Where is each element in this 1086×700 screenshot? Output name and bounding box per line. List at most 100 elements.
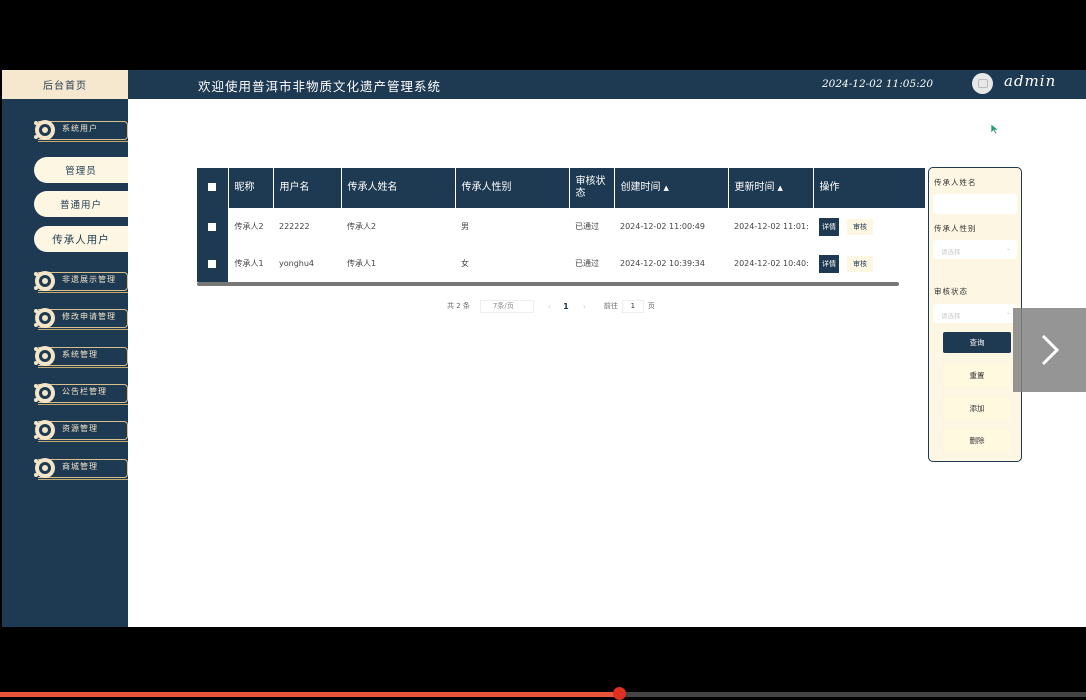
status-label: 审核状态: [934, 287, 968, 296]
col-header: 昵称: [228, 168, 274, 208]
col-header-sortable[interactable]: 创建时间 ▲︎: [614, 168, 729, 208]
ornament-icon: [34, 383, 55, 403]
cell-actions: 详情 审核: [813, 208, 925, 245]
datetime-display: 2024-12-02 11:05:20: [822, 78, 934, 90]
select-all-checkbox[interactable]: [197, 168, 229, 208]
menu-shop[interactable]: 商城管理: [30, 453, 128, 483]
chevron-down-icon: ⌄: [1005, 245, 1011, 252]
name-input[interactable]: [933, 194, 1017, 214]
cell-status: 已通过: [575, 259, 599, 268]
sort-icon[interactable]: ▲︎: [778, 184, 783, 192]
video-progress-bar[interactable]: [0, 687, 1086, 700]
name-label: 传承人姓名: [934, 178, 977, 187]
row-checkbox[interactable]: [197, 245, 229, 282]
menu-label: 资源管理: [62, 424, 98, 433]
sort-icon[interactable]: ▲︎: [664, 184, 669, 192]
row-checkbox[interactable]: [197, 208, 229, 245]
menu-bulletin[interactable]: 公告栏管理: [30, 378, 128, 408]
menu-heritage-display[interactable]: 非遗展示管理: [30, 266, 128, 296]
system-title: 欢迎使用普洱市非物质文化遗产管理系统: [198, 79, 442, 94]
page-size-select[interactable]: 7条/页: [479, 299, 534, 313]
add-button[interactable]: 添加: [943, 398, 1011, 419]
col-header: 传承人性别: [455, 168, 570, 208]
avatar-icon[interactable]: [972, 73, 993, 94]
gender-label: 传承人性别: [934, 224, 977, 233]
detail-button[interactable]: 详情: [819, 217, 839, 236]
cell-updated: 2024-12-02 10:40:: [734, 259, 809, 268]
menu-resources[interactable]: 资源管理: [30, 415, 128, 445]
pagination-total: 共 2 条: [447, 302, 470, 310]
status-select[interactable]: 请选择 ⌄: [933, 304, 1017, 323]
table-horizontal-scrollbar[interactable]: [197, 282, 899, 286]
cell-created: 2024-12-02 11:00:49: [620, 222, 705, 231]
page-size-value: 7条/页: [492, 302, 514, 310]
menu-label: 系统用户: [62, 124, 98, 133]
username[interactable]: admin: [1004, 72, 1056, 90]
chevron-right-icon: [1041, 334, 1059, 366]
next-slide-button[interactable]: [1013, 308, 1086, 392]
submenu-inheritor-users[interactable]: 传承人用户: [34, 226, 128, 252]
ornament-icon: [34, 308, 55, 328]
cursor-icon: [990, 123, 1000, 135]
delete-button[interactable]: 删除: [943, 430, 1011, 451]
table-row: 传承人1 yonghu4 传承人1 女 已通过 2024-12-02 10:39…: [197, 245, 925, 282]
menu-label: 非遗展示管理: [62, 275, 116, 284]
video-progress-played: [0, 692, 620, 697]
ornament-icon: [34, 420, 55, 440]
menu-system-manage[interactable]: 系统管理: [30, 341, 128, 371]
submenu-normal-users[interactable]: 普通用户: [34, 191, 128, 217]
col-header: 操作: [813, 168, 926, 208]
cell-created: 2024-12-02 10:39:34: [620, 259, 705, 268]
cell-updated: 2024-12-02 11:01:: [734, 222, 809, 231]
home-tab[interactable]: 后台首页: [2, 70, 128, 99]
ornament-icon: [34, 458, 55, 478]
cell-nickname: 传承人1: [234, 259, 264, 268]
menu-system-users[interactable]: 系统用户: [30, 115, 128, 145]
table-row: 传承人2 222222 传承人2 男 已通过 2024-12-02 11:00:…: [197, 208, 925, 245]
menu-label: 公告栏管理: [62, 387, 107, 396]
pagination: 共 2 条 7条/页 ‹ 1 › 前往 1 页: [447, 298, 655, 314]
col-header-label: 创建时间: [620, 182, 661, 193]
page-unit-label: 页: [647, 302, 655, 310]
sidebar: 系统用户 管理员 普通用户 传承人用户 非遗展示管理 修改申请管理 系统管理 公…: [2, 99, 128, 627]
review-button[interactable]: 审核: [847, 218, 873, 235]
cell-gender: 男: [461, 222, 469, 231]
cell-name: 传承人2: [347, 222, 377, 231]
top-header: 欢迎使用普洱市非物质文化遗产管理系统 2024-12-02 11:05:20 a…: [128, 70, 1086, 99]
menu-modify-request[interactable]: 修改申请管理: [30, 303, 128, 333]
page-number-current[interactable]: 1: [563, 302, 569, 311]
search-panel: 传承人姓名 传承人性别 请选择 ⌄ 审核状态 请选择 ⌄ 查询 重置 添加 删除: [928, 167, 1022, 462]
reset-button[interactable]: 重置: [943, 365, 1011, 386]
submenu-admin[interactable]: 管理员: [34, 157, 128, 183]
col-header: 审核状态: [569, 168, 615, 208]
review-button[interactable]: 审核: [847, 255, 873, 272]
ornament-icon: [34, 120, 55, 140]
cell-username: 222222: [279, 222, 310, 231]
goto-label: 前往: [603, 302, 618, 310]
gender-placeholder: 请选择: [941, 248, 961, 256]
prev-page-button[interactable]: ‹: [548, 302, 551, 311]
cell-actions: 详情 审核: [813, 245, 925, 282]
query-button[interactable]: 查询: [943, 332, 1011, 353]
ornament-icon: [34, 346, 55, 366]
screen: 后台首页 欢迎使用普洱市非物质文化遗产管理系统 2024-12-02 11:05…: [0, 0, 1086, 700]
menu-label: 商城管理: [62, 462, 98, 471]
detail-button[interactable]: 详情: [819, 254, 839, 273]
data-table: 昵称 用户名 传承人姓名 传承人性别 审核状态 创建时间 ▲︎ 更新时间 ▲︎ 操作…: [197, 168, 926, 286]
next-page-button[interactable]: ›: [583, 302, 586, 311]
cell-name: 传承人1: [347, 259, 377, 268]
table-header: 昵称 用户名 传承人姓名 传承人性别 审核状态 创建时间 ▲︎ 更新时间 ▲︎ 操作: [197, 168, 926, 208]
menu-label: 系统管理: [62, 350, 98, 359]
cell-status: 已通过: [575, 222, 599, 231]
app-window: 后台首页 欢迎使用普洱市非物质文化遗产管理系统 2024-12-02 11:05…: [2, 70, 1086, 627]
col-header-label: 更新时间: [734, 182, 775, 193]
cell-nickname: 传承人2: [234, 222, 264, 231]
cell-gender: 女: [461, 259, 469, 268]
status-placeholder: 请选择: [941, 312, 961, 320]
ornament-icon: [34, 271, 55, 291]
video-progress-handle[interactable]: [613, 687, 627, 700]
col-header-sortable[interactable]: 更新时间 ▲︎: [728, 168, 814, 208]
gender-select[interactable]: 请选择 ⌄: [933, 240, 1017, 259]
goto-page-input[interactable]: 1: [621, 299, 644, 313]
col-header: 用户名: [273, 168, 342, 208]
